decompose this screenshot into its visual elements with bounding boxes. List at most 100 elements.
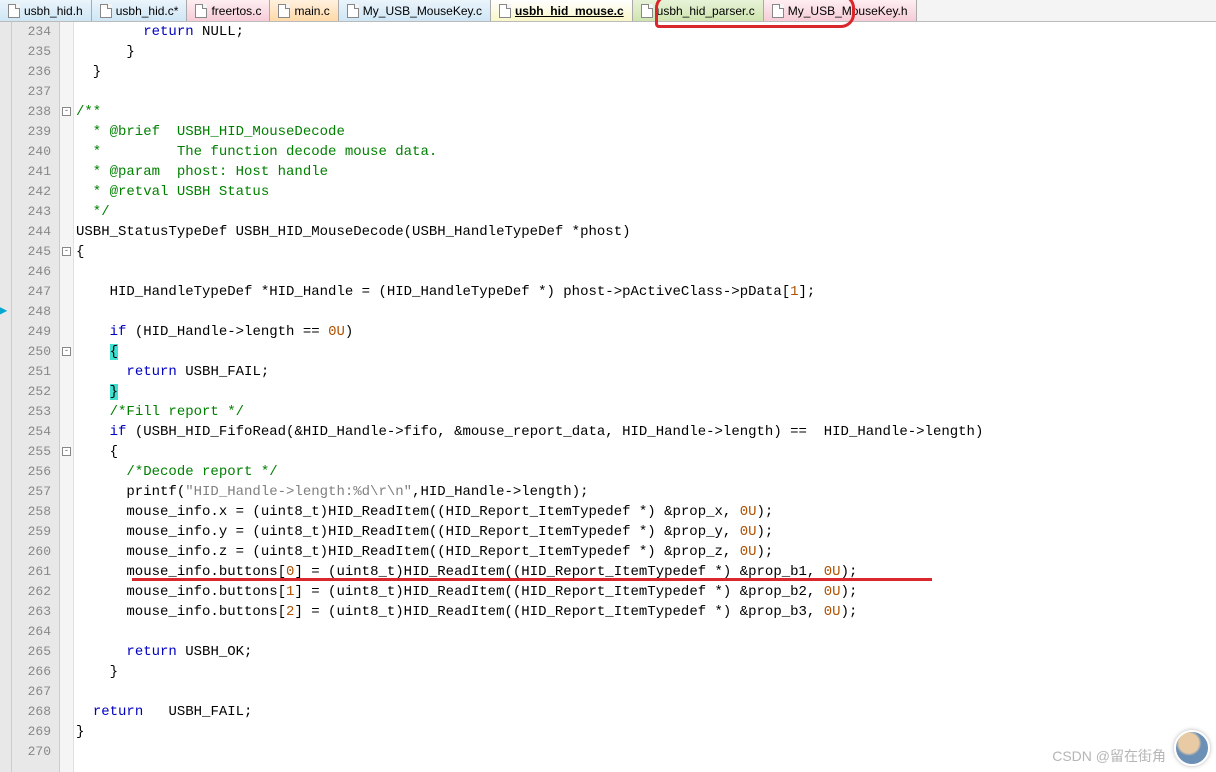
fold-cell[interactable]: -	[60, 342, 73, 362]
code-line[interactable]: HID_HandleTypeDef *HID_Handle = (HID_Han…	[76, 282, 1216, 302]
code-line[interactable]	[76, 742, 1216, 762]
line-number: 237	[12, 82, 51, 102]
fold-cell[interactable]	[60, 302, 73, 322]
fold-cell[interactable]	[60, 662, 73, 682]
code-line[interactable]	[76, 622, 1216, 642]
fold-cell[interactable]	[60, 742, 73, 762]
code-line[interactable]: mouse_info.buttons[1] = (uint8_t)HID_Rea…	[76, 582, 1216, 602]
code-line[interactable]: return USBH_FAIL;	[76, 702, 1216, 722]
code-line[interactable]: {	[76, 242, 1216, 262]
code-line[interactable]: * @param phost: Host handle	[76, 162, 1216, 182]
fold-cell[interactable]	[60, 482, 73, 502]
code-line[interactable]: mouse_info.buttons[2] = (uint8_t)HID_Rea…	[76, 602, 1216, 622]
code-line[interactable]: }	[76, 62, 1216, 82]
fold-cell[interactable]	[60, 402, 73, 422]
code-line[interactable]: return USBH_FAIL;	[76, 362, 1216, 382]
code-line[interactable]: * @brief USBH_HID_MouseDecode	[76, 122, 1216, 142]
code-line[interactable]: if (USBH_HID_FifoRead(&HID_Handle->fifo,…	[76, 422, 1216, 442]
code-line[interactable]: printf("HID_Handle->length:%d\r\n",HID_H…	[76, 482, 1216, 502]
fold-toggle-icon[interactable]: -	[62, 107, 71, 116]
code-line[interactable]: /**	[76, 102, 1216, 122]
fold-cell[interactable]	[60, 522, 73, 542]
tab-usbh_hid_parserc[interactable]: usbh_hid_parser.c	[633, 0, 764, 21]
line-number: 261	[12, 562, 51, 582]
code-line[interactable]	[76, 302, 1216, 322]
code-line[interactable]: {	[76, 342, 1216, 362]
fold-cell[interactable]	[60, 262, 73, 282]
fold-cell[interactable]	[60, 202, 73, 222]
line-number: 254	[12, 422, 51, 442]
fold-cell[interactable]	[60, 582, 73, 602]
code-line[interactable]: mouse_info.y = (uint8_t)HID_ReadItem((HI…	[76, 522, 1216, 542]
code-line[interactable]: USBH_StatusTypeDef USBH_HID_MouseDecode(…	[76, 222, 1216, 242]
fold-cell[interactable]	[60, 182, 73, 202]
line-number: 243	[12, 202, 51, 222]
fold-cell[interactable]	[60, 602, 73, 622]
fold-cell[interactable]: -	[60, 102, 73, 122]
fold-cell[interactable]	[60, 42, 73, 62]
code-line[interactable]: }	[76, 382, 1216, 402]
file-icon	[278, 4, 290, 18]
fold-cell[interactable]	[60, 222, 73, 242]
code-line[interactable]: * The function decode mouse data.	[76, 142, 1216, 162]
code-line[interactable]: mouse_info.x = (uint8_t)HID_ReadItem((HI…	[76, 502, 1216, 522]
fold-cell[interactable]	[60, 382, 73, 402]
code-line[interactable]	[76, 82, 1216, 102]
code-line[interactable]: }	[76, 722, 1216, 742]
fold-toggle-icon[interactable]: -	[62, 447, 71, 456]
code-line[interactable]	[76, 262, 1216, 282]
code-line[interactable]: return NULL;	[76, 22, 1216, 42]
tab-usbh_hidc[interactable]: usbh_hid.c*	[92, 0, 188, 21]
fold-cell[interactable]	[60, 62, 73, 82]
fold-cell[interactable]: -	[60, 242, 73, 262]
code-line[interactable]: return USBH_OK;	[76, 642, 1216, 662]
fold-cell[interactable]	[60, 322, 73, 342]
fold-cell[interactable]	[60, 162, 73, 182]
code-line[interactable]: }	[76, 42, 1216, 62]
code-line[interactable]: * @retval USBH Status	[76, 182, 1216, 202]
fold-cell[interactable]	[60, 122, 73, 142]
line-number: 250	[12, 342, 51, 362]
code-line[interactable]: /*Fill report */	[76, 402, 1216, 422]
fold-cell[interactable]	[60, 422, 73, 442]
fold-cell[interactable]	[60, 462, 73, 482]
fold-cell[interactable]: -	[60, 442, 73, 462]
fold-cell[interactable]	[60, 142, 73, 162]
fold-cell[interactable]	[60, 22, 73, 42]
line-number: 252	[12, 382, 51, 402]
fold-cell[interactable]	[60, 542, 73, 562]
tab-mainc[interactable]: main.c	[270, 0, 338, 21]
fold-cell[interactable]	[60, 682, 73, 702]
avatar	[1174, 730, 1210, 766]
code-area[interactable]: return NULL; } } /** * @brief USBH_HID_Mo…	[74, 22, 1216, 772]
tab-freertosc[interactable]: freertos.c	[187, 0, 270, 21]
fold-cell[interactable]	[60, 722, 73, 742]
line-number-gutter: 2342352362372382392402412422432442452462…	[12, 22, 60, 772]
tab-usbh_hid_mousec[interactable]: usbh_hid_mouse.c	[491, 0, 633, 21]
tab-my_usb_mousekeyc[interactable]: My_USB_MouseKey.c	[339, 0, 491, 21]
line-number: 242	[12, 182, 51, 202]
code-line[interactable]: {	[76, 442, 1216, 462]
code-line[interactable]: */	[76, 202, 1216, 222]
code-line[interactable]: mouse_info.buttons[0] = (uint8_t)HID_Rea…	[76, 562, 1216, 582]
code-line[interactable]: mouse_info.z = (uint8_t)HID_ReadItem((HI…	[76, 542, 1216, 562]
tab-usbh_hidh[interactable]: usbh_hid.h	[0, 0, 92, 21]
code-line[interactable]: }	[76, 662, 1216, 682]
fold-cell[interactable]	[60, 642, 73, 662]
tab-label: usbh_hid.h	[24, 4, 83, 18]
fold-cell[interactable]	[60, 282, 73, 302]
fold-cell[interactable]	[60, 622, 73, 642]
code-line[interactable]	[76, 682, 1216, 702]
tab-my_usb_mousekeyh[interactable]: My_USB_MouseKey.h	[764, 0, 917, 21]
code-line[interactable]: if (HID_Handle->length == 0U)	[76, 322, 1216, 342]
fold-cell[interactable]	[60, 362, 73, 382]
code-line[interactable]: /*Decode report */	[76, 462, 1216, 482]
fold-cell[interactable]	[60, 562, 73, 582]
fold-toggle-icon[interactable]: -	[62, 247, 71, 256]
fold-cell[interactable]	[60, 82, 73, 102]
fold-cell[interactable]	[60, 502, 73, 522]
line-number: 253	[12, 402, 51, 422]
line-number: 235	[12, 42, 51, 62]
fold-cell[interactable]	[60, 702, 73, 722]
fold-toggle-icon[interactable]: -	[62, 347, 71, 356]
